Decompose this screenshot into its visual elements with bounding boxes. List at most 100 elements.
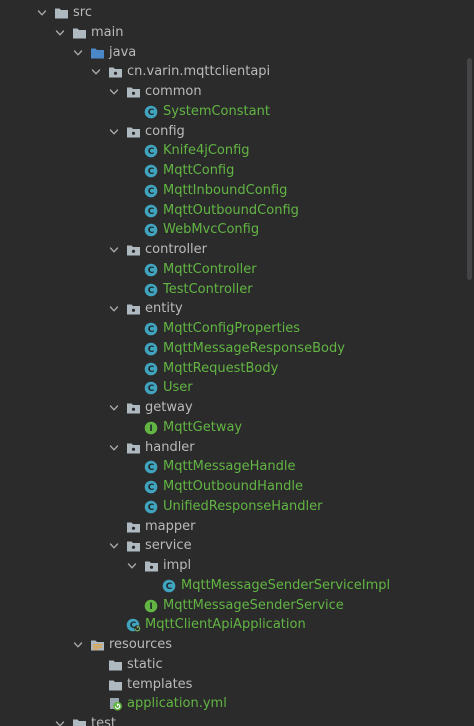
tree-item-entity[interactable]: entity xyxy=(0,299,466,319)
java-class-icon: C xyxy=(144,263,159,277)
package-icon xyxy=(126,85,141,99)
tree-item-label: getway xyxy=(145,400,193,415)
svg-text:I: I xyxy=(149,602,152,612)
tree-item-label: common xyxy=(145,84,202,99)
package-icon xyxy=(126,401,141,415)
tree-item-resources[interactable]: resources xyxy=(0,635,466,655)
tree-item-systemconstant[interactable]: C SystemConstant xyxy=(0,102,466,122)
tree-item-label: MqttMessageSenderService xyxy=(163,597,344,613)
resources-root-folder-icon xyxy=(90,638,105,652)
java-class-icon: C xyxy=(144,480,159,494)
tree-item-mqttmessagehandle[interactable]: C MqttMessageHandle xyxy=(0,457,466,477)
tree-item-templates[interactable]: templates xyxy=(0,675,466,695)
source-root-folder-icon xyxy=(90,46,105,60)
tree-item-label: SystemConstant xyxy=(163,103,270,119)
tree-item-label: entity xyxy=(145,301,183,317)
tree-item-mqttmessageresponsebody[interactable]: C MqttMessageResponseBody xyxy=(0,339,466,359)
tree-item-application-yml[interactable]: application.yml xyxy=(0,694,466,714)
svg-text:C: C xyxy=(148,266,155,276)
folder-icon xyxy=(108,678,123,692)
tree-item-mqttmessagesenderserviceimpl[interactable]: C MqttMessageSenderServiceImpl xyxy=(0,576,466,596)
tree-item-label: MqttInboundConfig xyxy=(163,182,288,198)
tree-item-label: MqttController xyxy=(163,261,257,277)
tree-item-common[interactable]: common xyxy=(0,82,466,102)
java-class-icon: C xyxy=(144,342,159,356)
vertical-scrollbar[interactable] xyxy=(467,58,472,280)
tree-item-label: MqttMessageResponseBody xyxy=(163,340,345,356)
tree-item-user[interactable]: C User xyxy=(0,378,466,398)
svg-text:C: C xyxy=(148,463,155,473)
tree-item-mqttoutboundconfig[interactable]: C MqttOutboundConfig xyxy=(0,201,466,221)
tree-item-mqttgetway[interactable]: I MqttGetway xyxy=(0,418,466,438)
tree-item-label: cn.varin.mqttclientapi xyxy=(127,64,271,80)
tree-item-mapper[interactable]: mapper xyxy=(0,517,466,537)
tree-item-test[interactable]: test xyxy=(0,714,466,726)
chevron-down-icon[interactable] xyxy=(108,86,120,98)
chevron-down-icon[interactable] xyxy=(108,442,120,454)
svg-text:C: C xyxy=(148,226,155,236)
chevron-down-icon[interactable] xyxy=(90,66,102,78)
java-class-icon: C xyxy=(144,500,159,514)
java-interface-icon: I xyxy=(144,599,159,613)
svg-text:C: C xyxy=(148,167,155,177)
chevron-down-icon[interactable] xyxy=(54,718,66,726)
svg-text:C: C xyxy=(148,365,155,375)
tree-item-label: resources xyxy=(109,637,173,652)
chevron-down-icon[interactable] xyxy=(36,7,48,19)
tree-item-mqttcontroller[interactable]: C MqttController xyxy=(0,260,466,280)
java-class-icon: C xyxy=(144,362,159,376)
project-tree: src main java cn.varin.mqttclientapi common C… xyxy=(0,0,474,726)
tree-item-unifiedresponsehandler[interactable]: C UnifiedResponseHandler xyxy=(0,497,466,517)
chevron-down-icon[interactable] xyxy=(72,639,84,651)
tree-item-label: Knife4jConfig xyxy=(163,143,250,159)
tree-item-label: impl xyxy=(163,558,192,573)
chevron-down-icon[interactable] xyxy=(108,126,120,138)
tree-item-controller[interactable]: controller xyxy=(0,240,466,260)
chevron-down-icon[interactable] xyxy=(108,540,120,552)
package-icon xyxy=(126,125,141,139)
tree-item-label: handler xyxy=(145,439,195,455)
package-icon xyxy=(108,65,123,79)
tree-item-config[interactable]: config xyxy=(0,122,466,142)
tree-item-mqttclientapiapplication[interactable]: C MqttClientApiApplication xyxy=(0,615,466,635)
tree-item-handler[interactable]: handler xyxy=(0,438,466,458)
svg-text:C: C xyxy=(148,483,155,493)
java-interface-icon: I xyxy=(144,421,159,435)
chevron-down-icon[interactable] xyxy=(108,244,120,256)
tree-item-cn-varin-mqttclientapi[interactable]: cn.varin.mqttclientapi xyxy=(0,62,466,82)
tree-item-knife4jconfig[interactable]: C Knife4jConfig xyxy=(0,141,466,161)
chevron-down-icon[interactable] xyxy=(72,47,84,59)
tree-item-label: MqttConfig xyxy=(163,163,235,178)
java-class-icon: C xyxy=(144,105,159,119)
chevron-down-icon[interactable] xyxy=(108,402,120,414)
chevron-down-icon[interactable] xyxy=(108,303,120,315)
tree-item-mqttconfig[interactable]: C MqttConfig xyxy=(0,161,466,181)
tree-item-getway[interactable]: getway xyxy=(0,398,466,418)
svg-text:C: C xyxy=(148,108,155,118)
tree-item-service[interactable]: service xyxy=(0,536,466,556)
tree-item-java[interactable]: java xyxy=(0,43,466,63)
tree-item-mqttmessagesenderservice[interactable]: I MqttMessageSenderService xyxy=(0,596,466,616)
yaml-spring-file-icon xyxy=(108,697,123,711)
java-class-icon: C xyxy=(144,204,159,218)
tree-item-label: mapper xyxy=(145,518,196,534)
svg-text:C: C xyxy=(148,147,155,157)
svg-text:C: C xyxy=(148,325,155,335)
svg-text:C: C xyxy=(148,345,155,355)
tree-item-main[interactable]: main xyxy=(0,23,466,43)
tree-item-mqttrequestbody[interactable]: C MqttRequestBody xyxy=(0,359,466,379)
tree-item-src[interactable]: src xyxy=(0,3,466,23)
tree-item-mqttinboundconfig[interactable]: C MqttInboundConfig xyxy=(0,181,466,201)
chevron-down-icon[interactable] xyxy=(54,27,66,39)
folder-icon xyxy=(72,26,87,40)
tree-item-mqttconfigproperties[interactable]: C MqttConfigProperties xyxy=(0,319,466,339)
tree-item-label: MqttConfigProperties xyxy=(163,321,301,336)
tree-item-label: test xyxy=(91,716,116,726)
tree-item-static[interactable]: static xyxy=(0,655,466,675)
tree-item-webmvcconfig[interactable]: C WebMvcConfig xyxy=(0,220,466,240)
java-class-icon: C xyxy=(144,322,159,336)
tree-item-impl[interactable]: impl xyxy=(0,556,466,576)
tree-item-testcontroller[interactable]: C TestController xyxy=(0,280,466,300)
chevron-down-icon[interactable] xyxy=(126,560,138,572)
tree-item-mqttoutboundhandle[interactable]: C MqttOutboundHandle xyxy=(0,477,466,497)
